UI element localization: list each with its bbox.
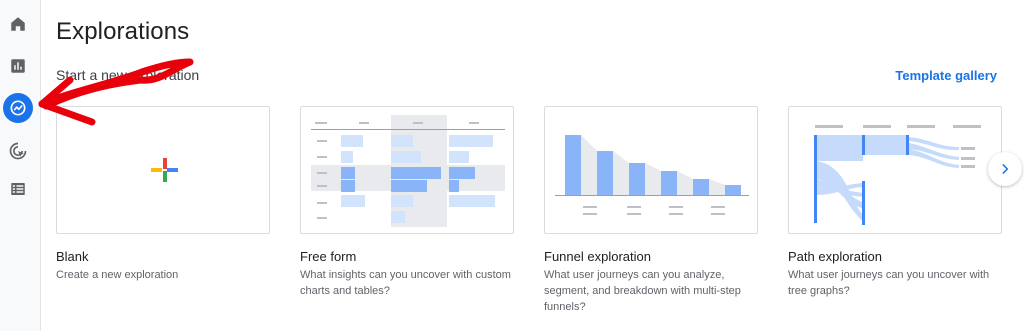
template-card-funnel[interactable] — [544, 106, 758, 234]
card-desc-path: What user journeys can you uncover with … — [788, 269, 990, 297]
card-desc-blank: Create a new exploration — [56, 269, 179, 281]
chevron-right-icon — [1002, 164, 1009, 174]
template-card-path[interactable] — [788, 106, 1002, 234]
card-title-funnel: Funnel exploration — [544, 249, 651, 264]
funnel-illustration — [555, 135, 749, 215]
plus-icon — [151, 158, 178, 182]
home-icon[interactable] — [3, 9, 33, 39]
explorations-page: Explorations Start a new exploration Tem… — [0, 0, 1024, 331]
card-desc-funnel: What user journeys can you analyze, segm… — [544, 269, 741, 313]
template-card-blank[interactable] — [56, 106, 270, 234]
card-title-free-form: Free form — [300, 249, 357, 264]
card-title-path: Path exploration — [788, 249, 882, 264]
path-illustration — [814, 125, 981, 225]
card-desc-free-form: What insights can you uncover with custo… — [300, 269, 511, 297]
free-form-illustration — [311, 115, 505, 227]
card-title-blank: Blank — [56, 249, 89, 264]
next-templates-button[interactable] — [988, 152, 1022, 186]
configure-icon[interactable] — [3, 174, 33, 204]
template-gallery-link[interactable]: Template gallery — [895, 68, 997, 83]
explore-icon[interactable] — [3, 93, 33, 123]
advertising-icon[interactable] — [3, 136, 33, 166]
reports-icon[interactable] — [3, 51, 33, 81]
page-title: Explorations — [56, 18, 190, 45]
template-card-free-form[interactable] — [300, 106, 514, 234]
section-subtitle: Start a new exploration — [56, 67, 200, 83]
nav-rail — [0, 0, 41, 331]
